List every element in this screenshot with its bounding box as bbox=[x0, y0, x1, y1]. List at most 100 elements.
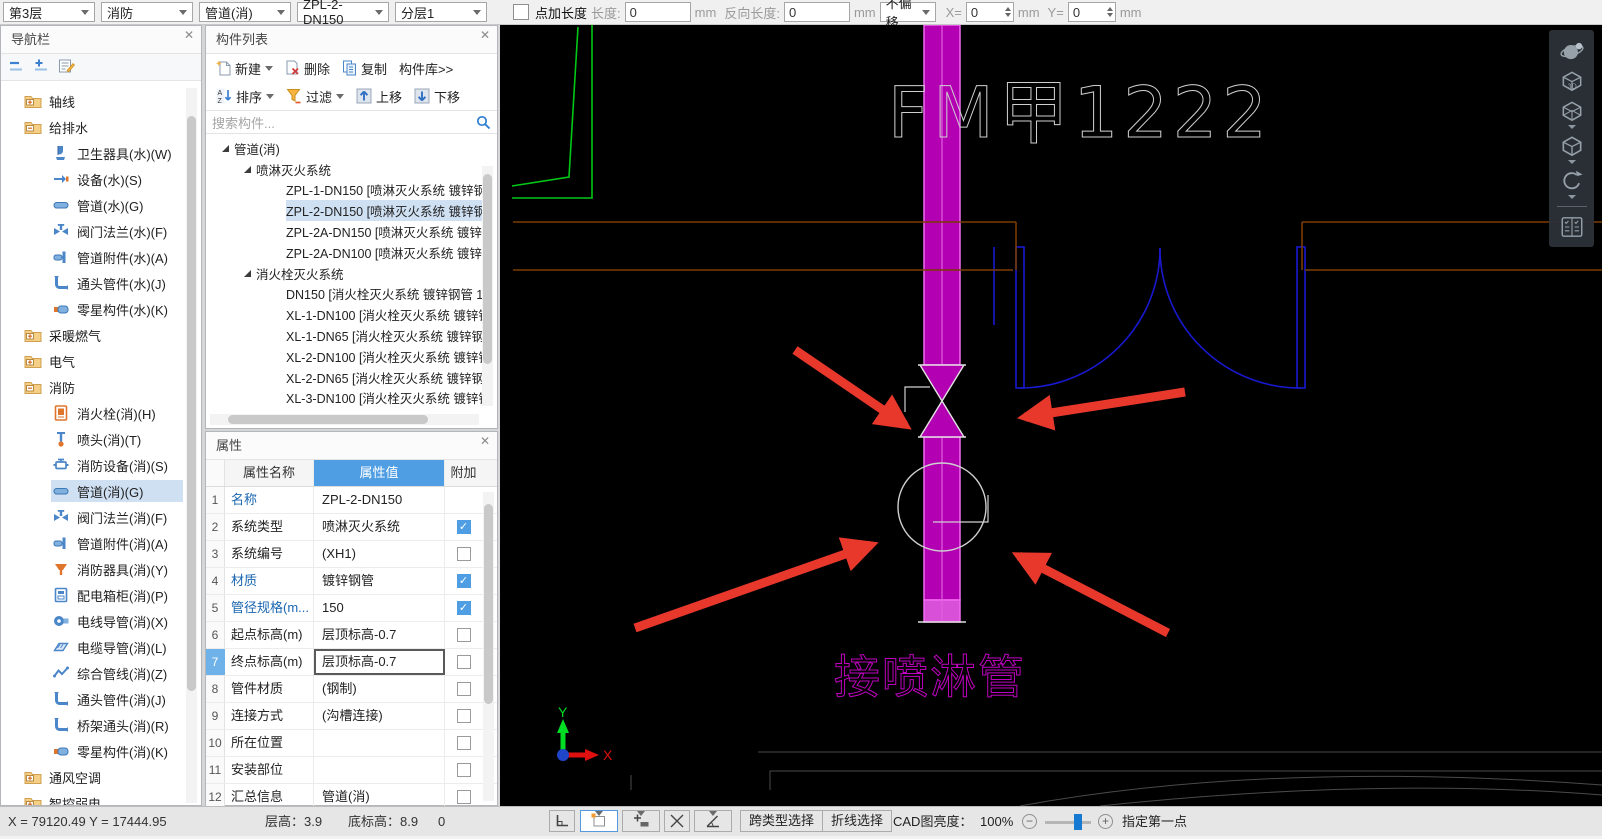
sidebar-item[interactable]: 给排水 bbox=[1, 114, 201, 140]
sidebar-item[interactable]: 轴线 bbox=[1, 88, 201, 114]
property-value[interactable]: (沟槽连接) bbox=[314, 703, 445, 729]
valve-symbol[interactable] bbox=[905, 365, 966, 437]
point-length-button[interactable] bbox=[622, 810, 660, 832]
brightness-decrease-button[interactable]: − bbox=[1022, 814, 1037, 829]
sidebar-item[interactable]: 零星构件(水)(K) bbox=[1, 296, 201, 322]
cross-select-button[interactable] bbox=[664, 810, 690, 832]
sidebar-item[interactable]: 电气 bbox=[1, 348, 201, 374]
sidebar-item[interactable]: 管道附件(水)(A) bbox=[1, 244, 201, 270]
move-up-button[interactable]: 上移 bbox=[352, 85, 406, 108]
component-tree-item[interactable]: 消火栓灭火系统 bbox=[206, 263, 497, 284]
property-value[interactable]: 150 bbox=[314, 595, 445, 621]
tree-expand-icon[interactable] bbox=[222, 145, 229, 152]
wireframe-view-button[interactable] bbox=[1559, 98, 1585, 129]
sidebar-item[interactable]: 通头管件(消)(J) bbox=[1, 686, 201, 712]
component-tree-item[interactable]: ZPL-2A-DN100 [喷淋灭火系统 镀锌钢 bbox=[206, 242, 497, 263]
attach-checkbox[interactable] bbox=[457, 682, 471, 696]
expand-all-icon[interactable] bbox=[33, 58, 49, 77]
property-value[interactable]: 层顶标高-0.7 bbox=[314, 649, 445, 675]
property-value[interactable] bbox=[314, 757, 445, 783]
attach-checkbox[interactable] bbox=[457, 736, 471, 750]
attach-checkbox[interactable]: ✓ bbox=[457, 574, 471, 588]
polyline-select-button[interactable]: 折线选择 bbox=[822, 810, 892, 832]
component-tree-item[interactable]: DN150 [消火栓灭火系统 镀锌钢管 1 bbox=[206, 284, 497, 305]
tree-expand-icon[interactable] bbox=[244, 270, 251, 277]
component-tree-item[interactable]: XL-2-DN65 [消火栓灭火系统 镀锌钢 bbox=[206, 367, 497, 388]
brightness-slider[interactable] bbox=[1045, 821, 1091, 824]
angle-mode-button[interactable] bbox=[694, 810, 732, 832]
properties-scrollbar[interactable] bbox=[483, 492, 494, 801]
orbit-view-button[interactable] bbox=[1559, 38, 1585, 64]
sidebar-item[interactable]: 消火栓(消)(H) bbox=[1, 400, 201, 426]
close-icon[interactable]: ✕ bbox=[480, 29, 490, 41]
sort-button[interactable]: AZ 排序 bbox=[212, 85, 278, 108]
floor-select[interactable]: 第3层 bbox=[3, 2, 95, 22]
close-icon[interactable]: ✕ bbox=[184, 29, 194, 41]
brightness-slider-thumb[interactable] bbox=[1074, 814, 1082, 830]
length-input[interactable]: 0 bbox=[625, 2, 691, 22]
sidebar-item[interactable]: 消防设备(消)(S) bbox=[1, 452, 201, 478]
view-settings-button[interactable] bbox=[1559, 214, 1585, 240]
box-select-button[interactable] bbox=[580, 810, 618, 832]
element-type-select[interactable]: 管道(消) bbox=[199, 2, 291, 22]
sidebar-item[interactable]: 管道附件(消)(A) bbox=[1, 530, 201, 556]
component-search-input[interactable]: 搜索构件... bbox=[206, 110, 497, 134]
attach-checkbox[interactable] bbox=[457, 790, 471, 804]
sidebar-item[interactable]: 桥架通头(消)(R) bbox=[1, 712, 201, 738]
attach-checkbox[interactable]: ✓ bbox=[457, 601, 471, 615]
sidebar-item[interactable]: 消防器具(消)(Y) bbox=[1, 556, 201, 582]
discipline-select[interactable]: 消防 bbox=[101, 2, 193, 22]
component-tree-item[interactable]: ZPL-1-DN150 [喷淋灭火系统 镀锌钢 bbox=[206, 180, 497, 201]
component-tree-item[interactable]: 喷淋灭火系统 bbox=[206, 159, 497, 180]
sidebar-item[interactable]: 阀门法兰(水)(F) bbox=[1, 218, 201, 244]
sidebar-item[interactable]: 管道(水)(G) bbox=[1, 192, 201, 218]
ortho-mode-button[interactable] bbox=[549, 810, 575, 832]
reverse-length-input[interactable]: 0 bbox=[784, 2, 850, 22]
property-value[interactable]: (XH1) bbox=[314, 541, 445, 567]
close-icon[interactable]: ✕ bbox=[480, 435, 490, 447]
property-value[interactable]: 喷淋灭火系统 bbox=[314, 514, 445, 540]
property-value[interactable]: 层顶标高-0.7 bbox=[314, 622, 445, 648]
component-tree-item[interactable]: ZPL-2-DN150 [喷淋灭火系统 镀锌钢 bbox=[206, 200, 497, 221]
sidebar-item[interactable]: 智控弱电 bbox=[1, 790, 201, 805]
property-value[interactable]: (钢制) bbox=[314, 676, 445, 702]
component-hscrollbar[interactable] bbox=[210, 414, 479, 425]
col-prop-value[interactable]: 属性值 bbox=[314, 460, 445, 486]
view-3d-button[interactable]: 3D bbox=[1559, 68, 1585, 94]
sidebar-item[interactable]: 通头管件(水)(J) bbox=[1, 270, 201, 296]
property-value[interactable]: ZPL-2-DN150 bbox=[314, 487, 445, 513]
component-tree-item[interactable]: XL-1-DN100 [消火栓灭火系统 镀锌钢 bbox=[206, 304, 497, 325]
component-tree-item[interactable]: XL-3-DN100 [消火栓灭火系统 镀锌钢 bbox=[206, 388, 497, 409]
attach-checkbox[interactable] bbox=[457, 709, 471, 723]
attach-checkbox[interactable] bbox=[457, 655, 471, 669]
property-value[interactable]: 镀锌钢管 bbox=[314, 568, 445, 594]
component-tree-item[interactable]: 管道(消) bbox=[206, 138, 497, 159]
attach-checkbox[interactable] bbox=[457, 547, 471, 561]
sidebar-item[interactable]: 电缆导管(消)(L) bbox=[1, 634, 201, 660]
component-tree-item[interactable]: ZPL-2A-DN150 [喷淋灭火系统 镀锌钢 bbox=[206, 221, 497, 242]
sidebar-item[interactable]: 零星构件(消)(K) bbox=[1, 738, 201, 764]
delete-component-button[interactable]: 删除 bbox=[281, 57, 334, 80]
offset-mode-select[interactable]: 不偏移 bbox=[880, 2, 936, 22]
sidebar-item[interactable]: 通风空调 bbox=[1, 764, 201, 790]
component-tree-item[interactable]: XL-1-DN65 [消火栓灭火系统 镀锌钢 bbox=[206, 325, 497, 346]
property-value[interactable] bbox=[314, 730, 445, 756]
sidebar-item[interactable]: 管道(消)(G) bbox=[1, 478, 201, 504]
solid-view-button[interactable] bbox=[1559, 133, 1585, 164]
component-library-button[interactable]: 构件库>> bbox=[395, 57, 457, 80]
collapse-all-icon[interactable] bbox=[8, 58, 24, 77]
sidebar-item[interactable]: 卫生器具(水)(W) bbox=[1, 140, 201, 166]
x-offset-stepper[interactable]: 0 bbox=[966, 2, 1014, 22]
rotate-view-button[interactable] bbox=[1559, 168, 1585, 199]
move-down-button[interactable]: 下移 bbox=[410, 85, 464, 108]
element-select[interactable]: ZPL-2-DN150 bbox=[297, 2, 389, 22]
attach-checkbox[interactable] bbox=[457, 763, 471, 777]
filter-button[interactable]: 过滤 bbox=[282, 85, 348, 108]
layer-select[interactable]: 分层1 bbox=[395, 2, 487, 22]
attach-checkbox[interactable] bbox=[457, 628, 471, 642]
y-offset-stepper[interactable]: 0 bbox=[1068, 2, 1116, 22]
sidebar-item[interactable]: 电线导管(消)(X) bbox=[1, 608, 201, 634]
sidebar-item[interactable]: 综合管线(消)(Z) bbox=[1, 660, 201, 686]
new-component-button[interactable]: 新建 bbox=[212, 57, 277, 80]
sidebar-item[interactable]: 喷头(消)(T) bbox=[1, 426, 201, 452]
